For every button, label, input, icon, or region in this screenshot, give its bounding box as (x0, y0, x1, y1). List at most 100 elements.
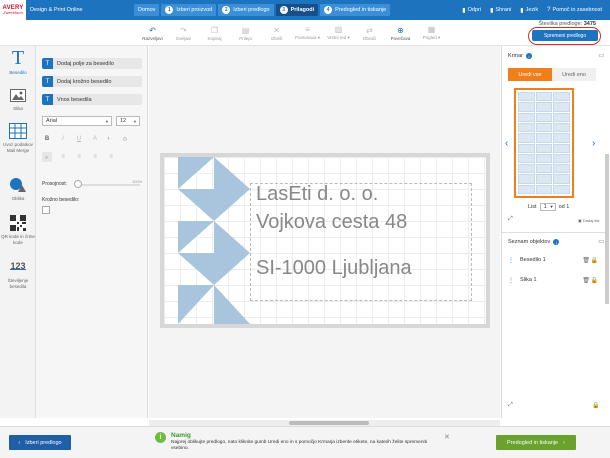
info-icon[interactable]: i (553, 239, 560, 245)
valign-button[interactable]: ≡ (106, 152, 116, 162)
preview-label-cell[interactable] (518, 153, 535, 164)
tool-zoom-button[interactable]: ⊕ Povečava (385, 20, 416, 46)
preview-label-cell[interactable] (535, 153, 553, 164)
expand-icon[interactable]: ⤢ (508, 402, 513, 409)
preview-label-cell[interactable] (553, 174, 570, 184)
font-size-select[interactable]: 12 ▼ (116, 116, 140, 126)
info-icon[interactable]: i (525, 53, 532, 59)
object-row[interactable]: ⋮ Besedilo 1 🗑 🔒 (508, 254, 598, 266)
sheet-preview[interactable] (514, 88, 574, 198)
tool-undo-button[interactable]: ↶ Razveljavi (137, 20, 168, 46)
preview-label-cell[interactable] (535, 174, 553, 184)
sheet-select[interactable]: 1 ▼ (539, 203, 556, 211)
preview-label-cell[interactable] (553, 153, 570, 164)
bold-button[interactable]: B (42, 134, 52, 144)
trash-icon[interactable]: 🗑 (582, 277, 590, 284)
preview-label-cell[interactable] (535, 102, 553, 112)
preview-label-cell[interactable] (518, 92, 535, 102)
chevron-left-icon[interactable]: ‹ (505, 138, 508, 149)
preview-label-cell[interactable] (535, 184, 553, 194)
tool-paste-button[interactable]: ▤ Prilepi (230, 20, 261, 46)
preview-label-cell[interactable] (535, 122, 553, 133)
circular-text-toggle[interactable] (42, 206, 50, 214)
collapse-icon[interactable]: ▭ (598, 238, 604, 245)
scrollbar-thumb[interactable] (289, 421, 369, 425)
rail-shape[interactable]: Oblika (0, 176, 36, 202)
preview-print-button[interactable]: Predogled in tiskanje › (496, 435, 576, 450)
tool-redo-button[interactable]: ↷ Sveljavi (168, 20, 199, 46)
preview-label-cell[interactable] (553, 133, 570, 143)
help-button[interactable]: ? Pomoč in zasebnost (547, 7, 602, 13)
preview-label-cell[interactable] (518, 143, 535, 153)
preview-label-cell[interactable] (553, 92, 570, 102)
align-left-button[interactable]: ▸ (42, 152, 52, 162)
preview-label-cell[interactable] (518, 184, 535, 194)
preview-label-cell[interactable] (553, 102, 570, 112)
label-line-3[interactable]: SI-1000 Ljubljana (256, 257, 412, 280)
object-row[interactable]: ⋮ Slika 1 🗑 🔒 (508, 274, 598, 286)
drag-handle-icon[interactable]: ⋮ (508, 277, 514, 284)
tool-align-button[interactable]: ≡ Poravnava ▾ (292, 20, 323, 46)
align-center-button[interactable]: ≡ (58, 152, 68, 162)
rail-numbering[interactable]: 123 Številjenje besedila (0, 258, 36, 289)
label-artboard[interactable]: LasEti d. o. o. Vojkova cesta 48 SI-1000… (160, 153, 490, 328)
save-top-button[interactable]: ▮ Shrani (490, 7, 511, 14)
preview-label-cell[interactable] (518, 164, 535, 174)
open-button[interactable]: ▮ Odpri (462, 7, 481, 14)
lock-icon[interactable]: 🔒 (592, 402, 599, 409)
rail-image[interactable]: Slika (0, 86, 36, 112)
preview-label-cell[interactable] (535, 143, 553, 153)
rail-text[interactable]: T Besedilo (0, 49, 36, 76)
avery-logo[interactable]: AVERY Zweckform (0, 0, 26, 20)
preview-label-cell[interactable] (553, 184, 570, 194)
preview-label-cell[interactable] (518, 174, 535, 184)
tab-edit-one[interactable]: Uredi eno (552, 68, 596, 81)
tool-view-button[interactable]: ▦ Pogled ▾ (416, 20, 447, 46)
tool-flip-button[interactable]: ⇄ Obrači (354, 20, 385, 46)
settings-icon[interactable]: ⚙ (120, 134, 130, 144)
opacity-slider-track[interactable] (76, 184, 140, 186)
label-line-2[interactable]: Vojkova cesta 48 (256, 211, 407, 234)
preview-label-cell[interactable] (518, 122, 535, 133)
lock-icon[interactable]: 🔒 (591, 257, 598, 264)
preview-label-cell[interactable] (518, 133, 535, 143)
tool-delete-button[interactable]: ✕ Izbriši (261, 20, 292, 46)
collapse-icon[interactable]: ▭ (598, 52, 604, 59)
text-input-button[interactable]: T Vnos besedila (42, 94, 142, 105)
preview-label-cell[interactable] (518, 112, 535, 122)
tool-copy-button[interactable]: ❐ Kopiraj (199, 20, 230, 46)
preview-label-cell[interactable] (535, 133, 553, 143)
add-sheet-button[interactable]: ▣ Dodaj list (578, 218, 599, 223)
preview-label-cell[interactable] (553, 122, 570, 133)
preview-label-cell[interactable] (535, 92, 553, 102)
preview-label-cell[interactable] (535, 112, 553, 122)
decorative-triangles-image[interactable] (178, 157, 250, 324)
language-button[interactable]: ▮ Jezik (520, 7, 538, 14)
step-select-template[interactable]: 2 Izberi predlogo (218, 4, 274, 16)
align-justify-button[interactable]: ≡ (90, 152, 100, 162)
step-customize[interactable]: 3 Prilagodi (275, 4, 319, 16)
rail-mail-merge[interactable]: Uvoz podatkov Mail Merge (0, 122, 36, 153)
drag-handle-icon[interactable]: ⋮ (508, 257, 514, 264)
step-preview-print[interactable]: 4 Predogled in tiskanje (320, 4, 391, 16)
rail-qr-barcode[interactable]: QR kode in črtne kode (0, 214, 36, 245)
trash-icon[interactable]: 🗑 (582, 257, 590, 264)
label-line-1[interactable]: LasEti d. o. o. (256, 183, 378, 206)
opacity-slider-handle[interactable] (74, 180, 82, 188)
vertical-scrollbar-thumb[interactable] (605, 154, 609, 304)
preview-label-cell[interactable] (553, 164, 570, 174)
font-select[interactable]: Arial ▼ (42, 116, 112, 126)
chevron-right-icon[interactable]: › (592, 138, 595, 149)
align-right-button[interactable]: ≡ (74, 152, 84, 162)
lock-icon[interactable]: 🔒 (591, 277, 598, 284)
close-icon[interactable]: ✕ (444, 433, 450, 441)
step-select-product[interactable]: 1 Izberi proizvod (161, 4, 217, 16)
expand-icon[interactable]: ⤢ (508, 216, 513, 223)
add-circular-text-button[interactable]: T Dodaj krožno besedilo (42, 76, 142, 87)
preview-label-cell[interactable] (553, 112, 570, 122)
add-text-box-button[interactable]: T Dodaj polje za besedilo (42, 58, 142, 69)
tool-order-button[interactable]: ▧ Vrstni red ▾ (323, 20, 354, 46)
back-select-template-button[interactable]: ‹ Izberi predlogo (9, 435, 71, 450)
underline-button[interactable]: U (74, 134, 84, 144)
change-template-button[interactable]: Spremeni predlogo (532, 30, 598, 41)
